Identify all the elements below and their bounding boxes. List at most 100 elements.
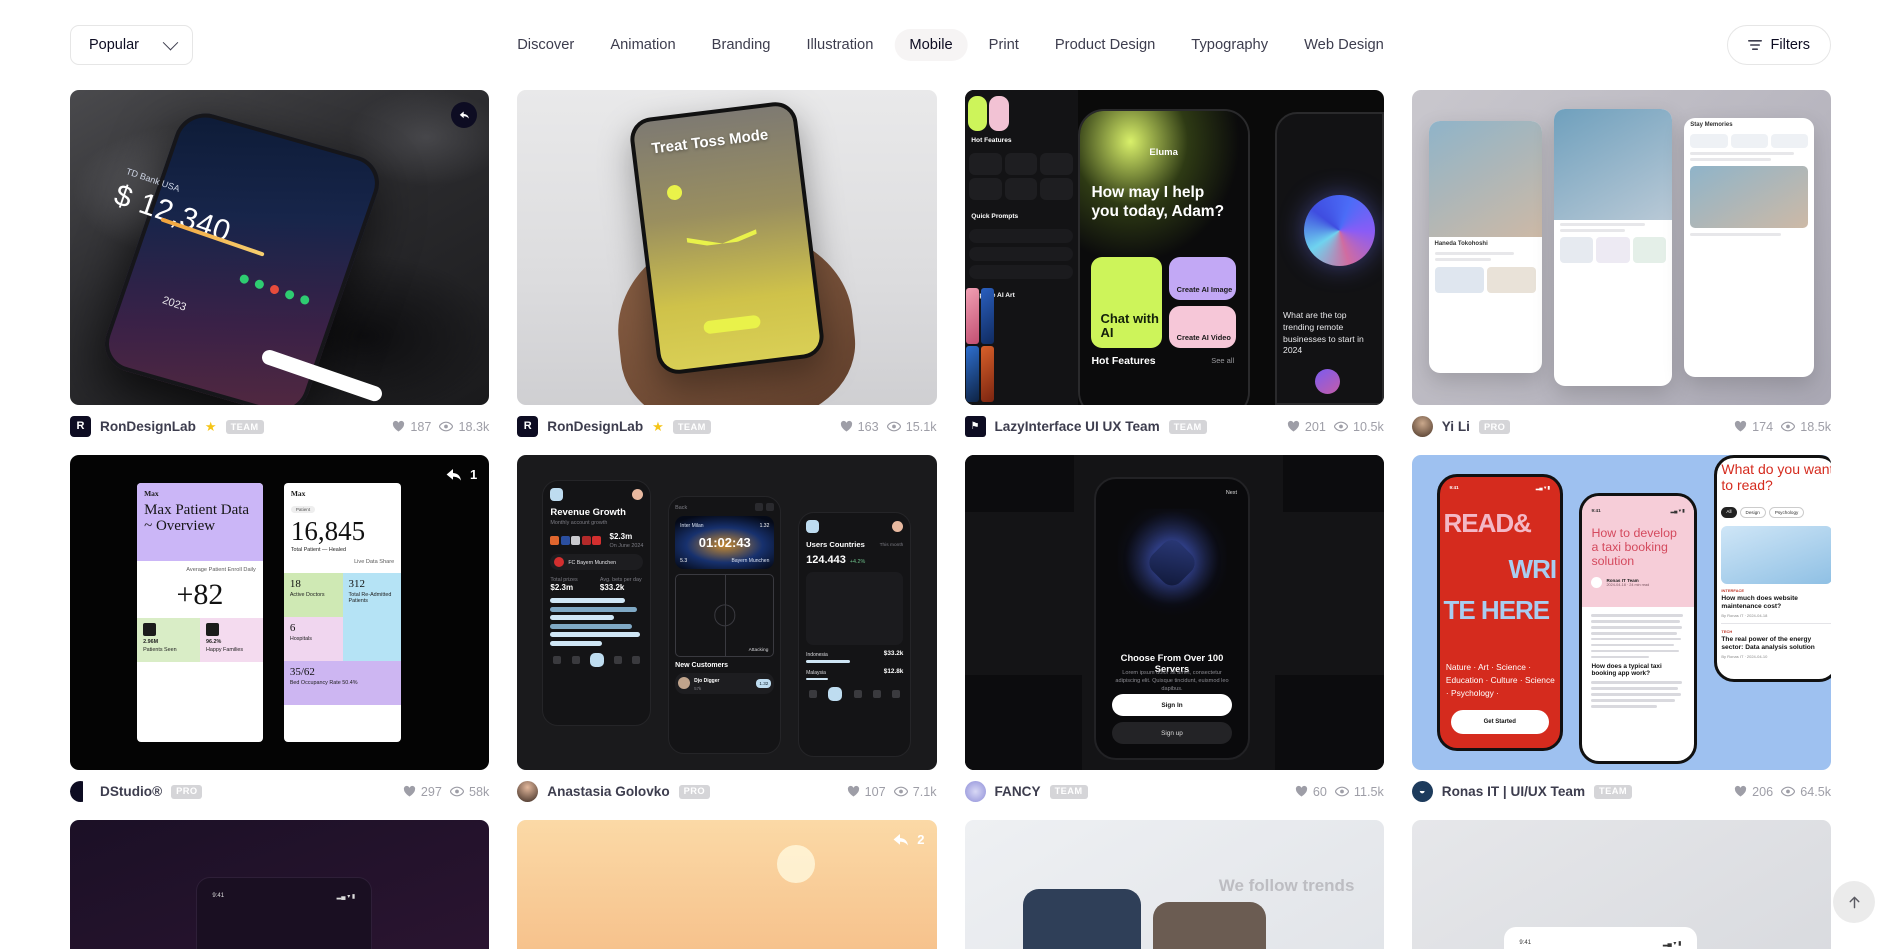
shot-author-name[interactable]: LazyInterface UI UX Team xyxy=(995,419,1160,434)
shot-author-name[interactable]: RonDesignLab xyxy=(547,419,643,434)
shot-author-name[interactable]: Yi Li xyxy=(1442,419,1470,434)
views-count: 64.5k xyxy=(1800,784,1831,799)
likes-stat[interactable]: 201 xyxy=(1287,420,1326,434)
artwork-card2-kicker: TECH xyxy=(1721,628,1733,634)
artwork-reading-app-blue: What do you want to read? All Design Psy… xyxy=(1411,454,1831,770)
nav-item-animation[interactable]: Animation xyxy=(595,29,690,62)
nav-item-typography[interactable]: Typography xyxy=(1176,29,1283,62)
share-count: 2 xyxy=(917,832,925,848)
likes-count: 60 xyxy=(1312,784,1327,799)
shot-thumbnail-camping-illustration[interactable]: 2 xyxy=(517,819,937,949)
artwork-c1-value: 18 xyxy=(289,577,301,590)
share-overlay-with-count[interactable]: 1 xyxy=(445,467,477,483)
views-count: 15.1k xyxy=(905,419,937,434)
category-nav: Discover Animation Branding Illustration… xyxy=(502,28,1399,62)
artwork-logo-2: Max xyxy=(290,489,306,499)
artwork-c2-label: Total Re-Admitted Patients xyxy=(348,591,392,604)
avatar[interactable]: R xyxy=(517,416,539,438)
artwork-article-title: How to develop a taxi booking solution xyxy=(1591,525,1677,569)
likes-stat[interactable]: 187 xyxy=(392,420,431,434)
verified-star-icon: ★ xyxy=(652,419,664,435)
likes-stat[interactable]: 60 xyxy=(1295,785,1327,799)
artwork-medical-dashboard-two-screens: Max Max Patient Data ~ Overview Average … xyxy=(70,454,490,770)
sort-dropdown[interactable]: Popular xyxy=(70,25,193,65)
status-badge: PRO xyxy=(1478,420,1511,434)
likes-count: 201 xyxy=(1304,419,1326,434)
shot-thumbnail-stay-memories-travel[interactable]: Haneda Tokohoshi Stay Memories xyxy=(1411,90,1831,405)
shot-author-name[interactable]: Anastasia Golovko xyxy=(547,784,669,799)
artwork-avg-label: Average Patient Enroll Daily xyxy=(186,566,256,573)
share-overlay-with-count[interactable]: 2 xyxy=(892,832,925,848)
shot-thumbnail-max-patient-data[interactable]: Max Max Patient Data ~ Overview Average … xyxy=(70,454,490,770)
eye-icon xyxy=(893,787,908,797)
shot-thumbnail-read-and-write-here[interactable]: What do you want to read? All Design Psy… xyxy=(1411,454,1831,770)
nav-item-discover[interactable]: Discover xyxy=(502,29,589,62)
artwork-tile-image-label: Create AI Image xyxy=(1176,284,1233,294)
shot-thumbnail-revenue-growth-sports[interactable]: Revenue Growth Monthly account growth $2… xyxy=(517,454,937,770)
shot-card: 2 xyxy=(517,819,937,949)
nav-item-print[interactable]: Print xyxy=(974,29,1034,62)
heart-icon xyxy=(393,421,405,432)
avatar[interactable]: ◒ xyxy=(1411,781,1433,803)
artwork-hot-features-label: Hot Features xyxy=(971,137,1012,145)
shot-author-name[interactable]: DStudio® xyxy=(100,784,162,799)
likes-stat[interactable]: 163 xyxy=(840,420,879,434)
shot-thumbnail-good-morning-health[interactable]: 9:41 ▂▄ ▾ ▮ Good morning Pregnancy Fitne… xyxy=(1411,819,1831,949)
views-count: 18.5k xyxy=(1800,419,1831,434)
artwork-voice-assistant-dark: 9:41 ▂▄ ▾ ▮ xyxy=(70,819,490,949)
shot-author-name[interactable]: RonDesignLab xyxy=(100,419,196,434)
shot-card: Revenue Growth Monthly account growth $2… xyxy=(517,454,937,812)
shot-thumbnail-eluma-ai-assistant[interactable]: Hot Features Quick Prompts Explore AI Ar… xyxy=(964,90,1384,405)
shot-thumbnail-td-bank-usa[interactable]: TD Bank USA $ 12,340 2023 xyxy=(70,90,490,405)
shot-stats: 187 18.3k xyxy=(392,420,489,434)
avatar[interactable] xyxy=(70,781,91,803)
nav-item-illustration[interactable]: Illustration xyxy=(791,29,888,62)
shot-meta: DStudio® PRO 297 58k xyxy=(70,770,489,812)
avatar[interactable]: R xyxy=(70,416,91,438)
artwork-c4-label: Bed Occupancy Rate 50.4% xyxy=(289,679,358,686)
shot-thumbnail-voice-assistant-dark[interactable]: 9:41 ▂▄ ▾ ▮ xyxy=(70,819,490,949)
share-arrow-icon xyxy=(446,468,462,481)
status-badge: PRO xyxy=(171,784,203,799)
artwork-right-prompt: What are the top trending remote busines… xyxy=(1283,310,1364,356)
likes-stat[interactable]: 107 xyxy=(847,785,886,799)
shot-thumbnail-vpn-100-servers[interactable]: Choose From Over 100 Servers Lorem ipsum… xyxy=(964,454,1384,770)
avatar[interactable] xyxy=(1411,416,1433,438)
views-stat: 18.5k xyxy=(1781,420,1831,434)
filters-button[interactable]: Filters xyxy=(1726,25,1831,65)
shot-card: 9:41 ▂▄ ▾ ▮ xyxy=(70,819,490,949)
artwork-ai-chat-three-phones: Hot Features Quick Prompts Explore AI Ar… xyxy=(964,90,1384,405)
artwork-article-h2: How does a typical taxi booking app work… xyxy=(1591,663,1662,678)
avatar[interactable] xyxy=(517,781,539,803)
nav-item-mobile[interactable]: Mobile xyxy=(894,28,968,62)
likes-stat[interactable]: 206 xyxy=(1734,785,1773,799)
shot-author-name[interactable]: Ronas IT | UI/UX Team xyxy=(1442,784,1585,799)
artwork-tile-create-ai-video: Create AI Video xyxy=(1168,305,1236,349)
status-badge: PRO xyxy=(678,784,710,799)
scroll-to-top-button[interactable] xyxy=(1833,881,1875,923)
artwork-tile-create-ai-image: Create AI Image xyxy=(1168,257,1236,300)
views-count: 18.3k xyxy=(458,419,490,434)
nav-item-product-design[interactable]: Product Design xyxy=(1040,29,1170,62)
artwork-status-icons-2: ▂▄ ▾ ▮ xyxy=(1670,507,1685,513)
artwork-hero-line1: READ& xyxy=(1443,508,1531,539)
likes-stat[interactable]: 297 xyxy=(403,785,442,799)
top-toolbar: Popular Discover Animation Branding Illu… xyxy=(0,0,1901,90)
artwork-back-label: Back xyxy=(675,504,688,511)
likes-count: 206 xyxy=(1752,784,1774,799)
shot-stats: 60 11.5k xyxy=(1295,785,1384,799)
artwork-health-app-light: 9:41 ▂▄ ▾ ▮ Good morning Pregnancy Fitne… xyxy=(1411,819,1831,949)
filter-icon xyxy=(1747,40,1762,50)
artwork-customer-name: Djo Digger xyxy=(694,677,720,684)
artwork-customer-sub: 57k xyxy=(694,685,702,691)
likes-stat[interactable]: 174 xyxy=(1734,420,1773,434)
shot-thumbnail-we-follow-trends[interactable]: We follow trends Today xyxy=(964,819,1384,949)
nav-item-branding[interactable]: Branding xyxy=(697,29,786,62)
shot-author-name[interactable]: FANCY xyxy=(995,784,1041,799)
nav-item-web-design[interactable]: Web Design xyxy=(1289,29,1399,62)
artwork-hero-tags: Nature · Art · Science · Education · Cul… xyxy=(1445,662,1555,698)
artwork-next-link: Next xyxy=(1225,490,1237,497)
avatar[interactable] xyxy=(964,781,986,803)
avatar[interactable]: ⚑ xyxy=(964,416,986,438)
shot-thumbnail-treat-toss-mode[interactable]: Treat Toss Mode xyxy=(517,90,937,405)
